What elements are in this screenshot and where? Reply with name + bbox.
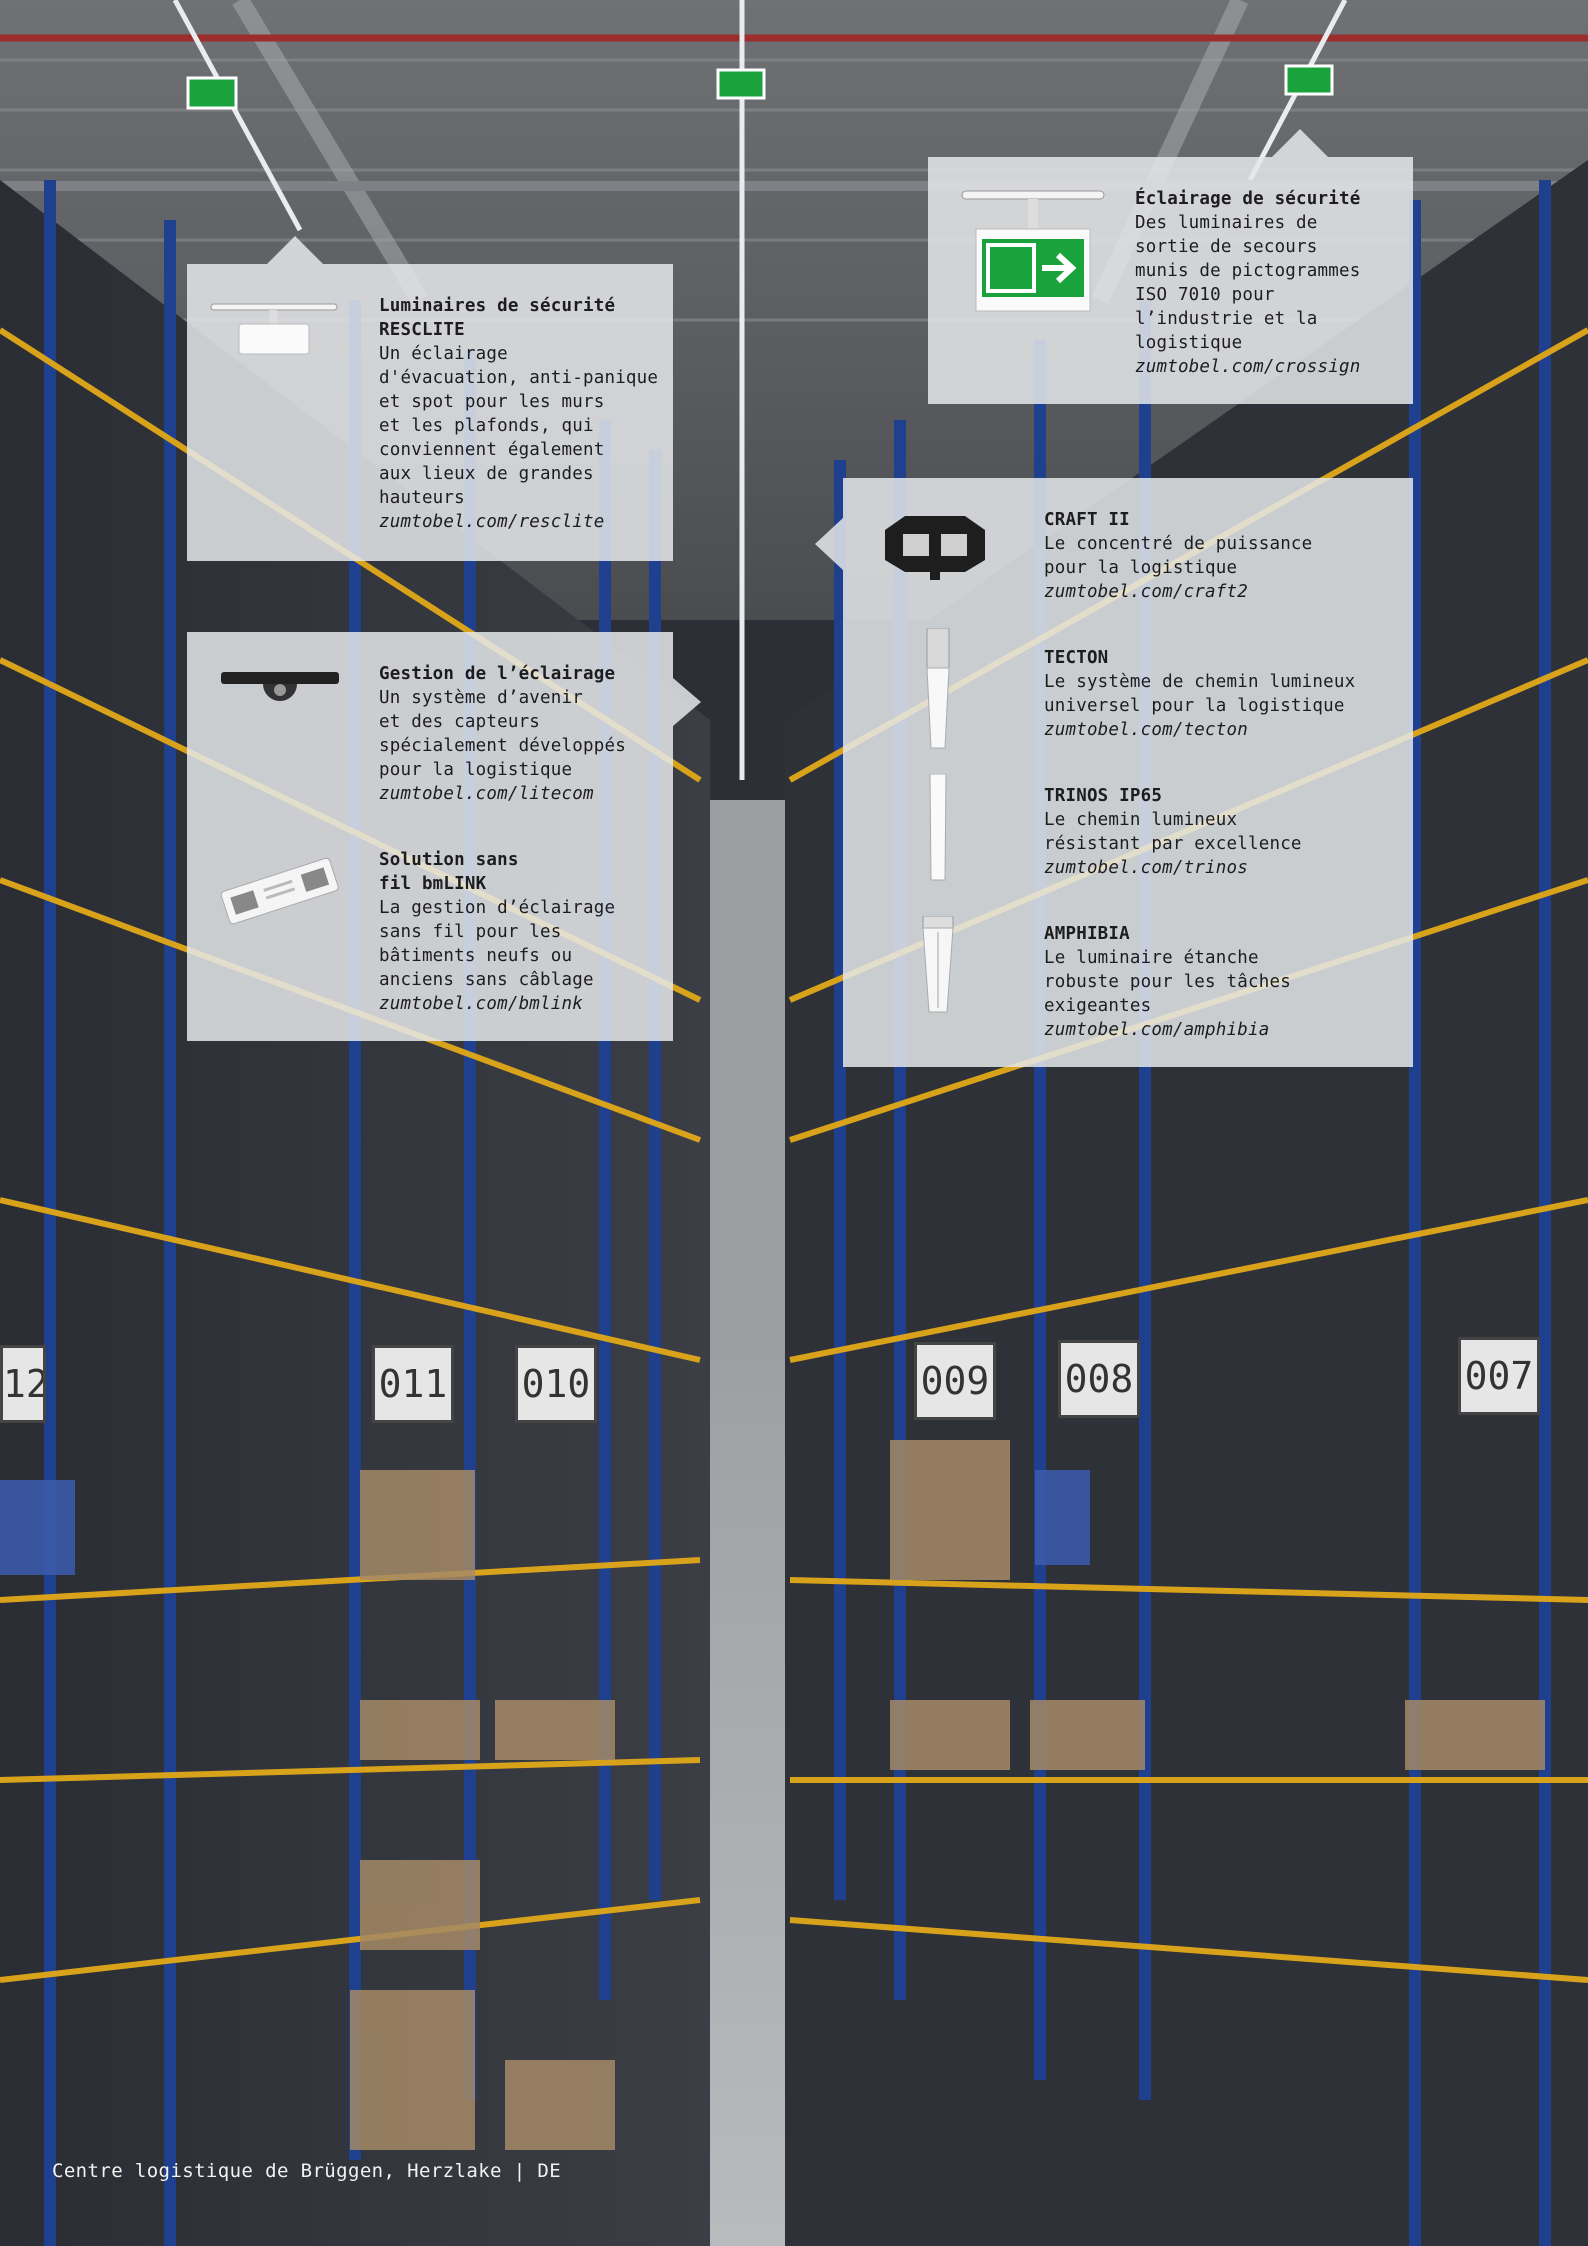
tecton-item: TECTON Le système de chemin lumineux uni… [1044, 646, 1404, 742]
rack-label: 011 [372, 1345, 454, 1423]
continuous-row-icon [923, 627, 953, 756]
litecom-item: Gestion de l’éclairage Un système d’aven… [379, 662, 669, 806]
resclite-description: Un éclairage d'évacuation, anti-panique … [379, 344, 659, 508]
tecton-title: TECTON [1044, 648, 1109, 668]
crossign-link[interactable]: zumtobel.com/crossign [1135, 355, 1410, 379]
craft2-title: CRAFT II [1044, 510, 1130, 530]
rack-label: 007 [1458, 1337, 1540, 1415]
craft2-description: Le concentré de puissance pour la logist… [1044, 534, 1313, 578]
litecom-description: Un système d’avenir et des capteurs spéc… [379, 688, 626, 780]
litecom-title: Gestion de l’éclairage [379, 664, 616, 684]
resclite-text: Luminaires de sécurité RESCLITE Un éclai… [379, 294, 669, 534]
craft2-link[interactable]: zumtobel.com/craft2 [1044, 580, 1404, 604]
controls-panel: Gestion de l’éclairage Un système d’aven… [187, 632, 701, 1041]
trinos-item: TRINOS IP65 Le chemin lumineux résistant… [1044, 784, 1404, 880]
photo-caption: Centre logistique de Brüggen, Herzlake |… [52, 2160, 562, 2182]
products-panel: CRAFT II Le concentré de puissance pour … [815, 478, 1413, 1067]
trinos-link[interactable]: zumtobel.com/trinos [1044, 856, 1404, 880]
craft2-item: CRAFT II Le concentré de puissance pour … [1044, 508, 1404, 604]
rack-label: 010 [515, 1345, 597, 1423]
rack-label: 008 [1058, 1340, 1140, 1418]
litecom-link[interactable]: zumtobel.com/litecom [379, 782, 669, 806]
high-bay-luminaire-icon [875, 510, 995, 586]
crossign-description: Des luminaires de sortie de secours muni… [1135, 213, 1361, 353]
linear-luminaire-icon [925, 773, 951, 888]
crossign-text: Éclairage de sécurité Des luminaires de … [1135, 187, 1410, 379]
wireless-module-icon [215, 852, 345, 936]
bmlink-title: Solution sans fil bmLINK [379, 850, 519, 894]
resclite-link[interactable]: zumtobel.com/resclite [379, 510, 669, 534]
crossign-title: Éclairage de sécurité [1135, 189, 1361, 209]
trinos-title: TRINOS IP65 [1044, 786, 1163, 806]
trinos-description: Le chemin lumineux résistant par excelle… [1044, 810, 1302, 854]
exit-sign-icon [958, 189, 1108, 323]
sensor-icon [219, 668, 341, 722]
amphibia-description: Le luminaire étanche robuste pour les tâ… [1044, 948, 1291, 1016]
bmlink-description: La gestion d’éclairage sans fil pour les… [379, 898, 616, 990]
bmlink-link[interactable]: zumtobel.com/bmlink [379, 992, 669, 1016]
emergency-light-icon [209, 296, 339, 370]
panel-pointer [1272, 129, 1328, 157]
rack-label: 12 [0, 1345, 46, 1423]
crossign-panel: Éclairage de sécurité Des luminaires de … [928, 129, 1413, 404]
resclite-panel: Luminaires de sécurité RESCLITE Un éclai… [187, 236, 673, 561]
panel-pointer [673, 678, 701, 726]
tecton-description: Le système de chemin lumineux universel … [1044, 672, 1356, 716]
panel-pointer [815, 518, 843, 570]
amphibia-title: AMPHIBIA [1044, 924, 1130, 944]
amphibia-link[interactable]: zumtobel.com/amphibia [1044, 1018, 1404, 1042]
tecton-link[interactable]: zumtobel.com/tecton [1044, 718, 1404, 742]
panel-pointer [267, 236, 323, 264]
resclite-title: Luminaires de sécurité RESCLITE [379, 296, 616, 340]
bmlink-item: Solution sans fil bmLINK La gestion d’éc… [379, 848, 669, 1016]
waterproof-luminaire-icon [917, 915, 959, 1020]
rack-label: 009 [914, 1342, 996, 1420]
amphibia-item: AMPHIBIA Le luminaire étanche robuste po… [1044, 922, 1404, 1042]
